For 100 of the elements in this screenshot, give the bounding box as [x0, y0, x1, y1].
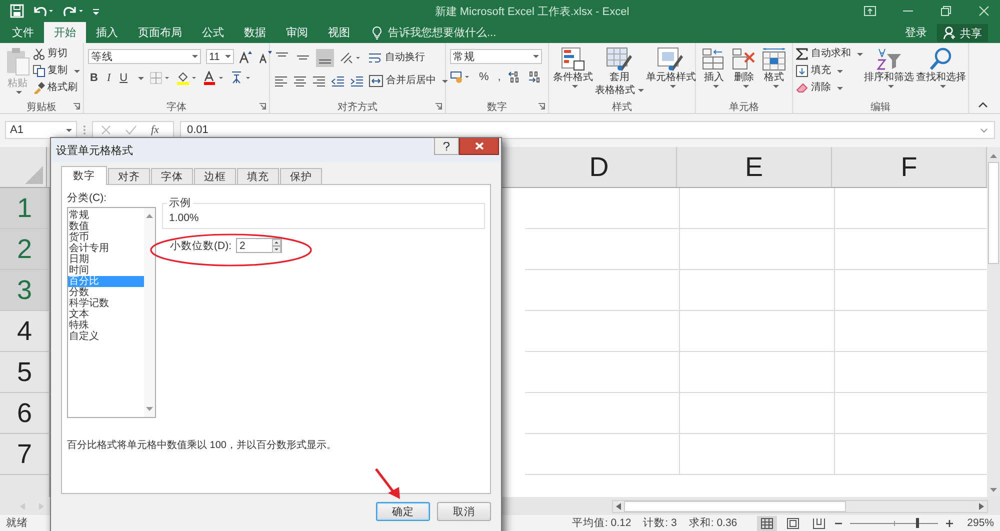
ribbon-tab[interactable]: 页面布局	[128, 22, 192, 43]
grid-cell[interactable]	[525, 393, 680, 434]
grid-cell[interactable]	[525, 270, 680, 311]
underline-button[interactable]: U	[118, 72, 130, 84]
dialog-launcher-icon[interactable]	[538, 103, 545, 110]
category-item[interactable]: 日期	[68, 254, 144, 265]
save-icon[interactable]	[10, 4, 24, 18]
dialog-tab[interactable]: 对齐	[108, 168, 150, 184]
italic-button[interactable]: I	[104, 72, 113, 84]
ribbon-tab[interactable]: 插入	[86, 22, 128, 43]
grow-font-icon[interactable]	[239, 50, 253, 64]
spin-down-icon[interactable]	[272, 246, 280, 252]
dialog-button[interactable]: 确定	[376, 502, 430, 521]
scroll-down-icon[interactable]	[146, 407, 153, 411]
category-item[interactable]: 科学记数	[68, 298, 144, 309]
align-center-icon[interactable]	[293, 74, 307, 88]
undo-icon[interactable]	[32, 4, 54, 18]
category-item[interactable]: 自定义	[68, 331, 144, 342]
grid-cell[interactable]	[680, 393, 835, 434]
copy-button[interactable]: 复制	[32, 63, 80, 79]
grid-cell[interactable]	[680, 311, 835, 352]
category-item[interactable]: 特殊	[68, 320, 144, 331]
decrease-decimal-icon[interactable]	[526, 70, 541, 84]
increase-indent-icon[interactable]	[350, 74, 364, 88]
redo-icon[interactable]	[62, 4, 84, 18]
dialog-button[interactable]: 取消	[437, 502, 491, 521]
tell-me-field[interactable]: 告诉我您想要做什么...	[386, 26, 590, 40]
ribbon-tab[interactable]: 审阅	[276, 22, 318, 43]
scroll-down-icon[interactable]	[990, 488, 997, 493]
insert-function-button[interactable]: fx	[151, 124, 159, 136]
cell-styles-button[interactable]: 单元格样式	[645, 46, 697, 89]
clear-button[interactable]: 清除	[796, 80, 863, 96]
conditional-formatting-button[interactable]: 条件格式	[552, 46, 594, 89]
sort-filter-button[interactable]: 排序和筛选	[863, 46, 915, 89]
restore-icon[interactable]	[940, 6, 952, 16]
currency-icon[interactable]	[450, 70, 472, 84]
ribbon-display-icon[interactable]	[864, 6, 876, 16]
grid-cell[interactable]	[525, 229, 680, 270]
spin-up-icon[interactable]	[272, 238, 280, 246]
view-button[interactable]	[757, 516, 778, 530]
merge-center-button[interactable]: 合并后居中	[369, 73, 448, 89]
row-header[interactable]: 7	[0, 434, 50, 475]
category-item[interactable]: 货币	[68, 232, 144, 243]
delete-cells-button[interactable]: 删除	[731, 46, 757, 89]
orientation-icon[interactable]	[339, 51, 363, 65]
category-item[interactable]: 时间	[68, 265, 144, 276]
collapse-ribbon-icon[interactable]	[978, 102, 988, 108]
row-header[interactable]: 2	[0, 229, 50, 270]
help-button[interactable]	[434, 138, 459, 155]
row-header[interactable]: 4	[0, 311, 50, 352]
dialog-launcher-icon[interactable]	[259, 103, 266, 110]
scroll-thumb[interactable]	[624, 500, 846, 512]
wrap-text-button[interactable]: 自动换行	[368, 50, 425, 66]
close-button[interactable]	[459, 138, 499, 155]
grid-cell[interactable]	[680, 352, 835, 393]
zoom-in-icon[interactable]	[946, 520, 954, 526]
percent-button[interactable]: %	[477, 71, 491, 83]
format-painter-button[interactable]: 格式刷	[32, 80, 80, 96]
ribbon-tab[interactable]: 文件	[2, 22, 44, 43]
grid-cell[interactable]	[525, 311, 680, 352]
close-icon[interactable]	[978, 6, 990, 16]
scroll-thumb[interactable]	[988, 162, 999, 264]
grid-cell[interactable]	[525, 434, 680, 475]
number-format-dropdown[interactable]: 常规	[450, 49, 542, 64]
dialog-tab[interactable]: 保护	[280, 168, 322, 184]
comma-button[interactable]: ,	[496, 71, 503, 83]
grid-cell[interactable]	[680, 188, 835, 229]
decimal-places-spinner[interactable]: 2	[236, 238, 282, 253]
row-header[interactable]: 6	[0, 393, 50, 434]
font-name-dropdown[interactable]: 等线	[88, 49, 201, 64]
customize-icon[interactable]	[92, 6, 100, 16]
format-as-table-button[interactable]: 套用 表格格式	[594, 46, 645, 98]
caret-icon[interactable]	[138, 76, 144, 80]
cut-button[interactable]: 剪切	[32, 46, 80, 62]
dialog-tab[interactable]: 数字	[61, 166, 107, 185]
expand-icon[interactable]	[980, 128, 988, 132]
grid-cell[interactable]	[680, 229, 835, 270]
grid-cell[interactable]	[680, 434, 835, 475]
vertical-scrollbar[interactable]	[987, 147, 1000, 497]
autosum-button[interactable]: 自动求和	[796, 46, 863, 62]
align-bottom-icon[interactable]	[316, 49, 334, 67]
scroll-left-icon[interactable]	[616, 502, 621, 510]
bold-button[interactable]: B	[88, 72, 100, 84]
category-item[interactable]: 数值	[68, 221, 144, 232]
dialog-tab[interactable]: 字体	[151, 168, 193, 184]
column-header[interactable]: D	[522, 147, 677, 187]
font-size-dropdown[interactable]: 11	[206, 49, 234, 64]
fill-color-icon[interactable]	[176, 71, 198, 85]
name-box[interactable]: A1	[5, 121, 77, 139]
decrease-indent-icon[interactable]	[331, 74, 345, 88]
zoom-level[interactable]: 295%	[967, 517, 994, 529]
grid-cell[interactable]	[525, 188, 680, 229]
share-button[interactable]: 共享	[937, 24, 988, 42]
grid-cell[interactable]	[680, 270, 835, 311]
zoom-slider[interactable]	[850, 518, 938, 528]
formula-input[interactable]: 0.01	[180, 121, 995, 139]
horizontal-scrollbar[interactable]	[612, 500, 988, 512]
ribbon-tab[interactable]: 公式	[192, 22, 234, 43]
find-select-button[interactable]: 查找和选择	[915, 46, 967, 89]
ribbon-tab[interactable]: 数据	[234, 22, 276, 43]
